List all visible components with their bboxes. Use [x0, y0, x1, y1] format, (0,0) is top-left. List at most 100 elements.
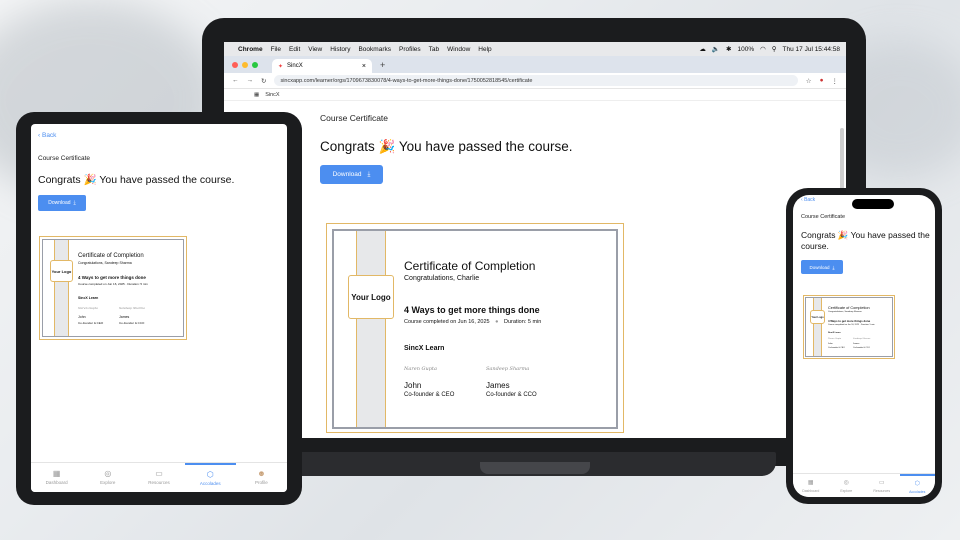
bottom-nav: ▦ Dashboard ◎ Explore ▭ Resources ⬡ Accolade…	[31, 462, 287, 492]
menu-help[interactable]: Help	[478, 46, 491, 53]
award-icon: ⬡	[914, 480, 920, 487]
signer-1-role: Co-founder & CEO	[78, 321, 104, 325]
menu-view[interactable]: View	[308, 46, 322, 53]
download-icon: ⤓	[73, 200, 76, 206]
certificate-completed: Course completed on Jun 16, 2025 · Durat…	[828, 324, 875, 326]
signer-2-name: James	[119, 315, 130, 319]
download-icon: ⤓	[367, 170, 371, 178]
more-menu-icon[interactable]: ⋮	[832, 77, 839, 85]
page-title: Congrats 🎉 You have passed the course.	[38, 174, 235, 186]
nav-accolades[interactable]: ⬡ Accolades	[899, 474, 935, 497]
signer-1-role: Co-founder & CEO	[404, 392, 455, 398]
cloud-icon[interactable]: ☁	[699, 45, 706, 53]
apps-grid-icon[interactable]: ▦	[254, 92, 259, 98]
close-tab-icon[interactable]: ×	[362, 63, 366, 70]
nav-label: Accolades	[199, 481, 221, 486]
certificate-page: Course Certificate Congrats 🎉 You have p…	[224, 101, 846, 196]
compass-icon: ◎	[843, 479, 849, 486]
signature-2: Sandeep Sharma	[486, 366, 530, 372]
address-bar[interactable]: sincxapp.com/learner/orgs/1709673830078/…	[274, 75, 798, 86]
course-duration: Duration: 5 min	[860, 324, 875, 326]
phone-dynamic-island	[852, 199, 894, 209]
bookmark-star-icon[interactable]: ☆	[806, 77, 812, 85]
course-duration: Duration: 5 min	[504, 319, 542, 325]
bottom-nav: ▦ Dashboard ◎ Explore ▭ Resources ⬡ Accolade…	[793, 473, 935, 497]
reload-icon[interactable]: ↻	[261, 77, 266, 85]
nav-resources[interactable]: ▭ Resources	[864, 474, 900, 497]
signer-1-name: John	[828, 343, 833, 345]
certificate-stripe	[813, 298, 822, 356]
page-title: Congrats 🎉 You have passed the course.	[801, 230, 930, 251]
menu-profiles[interactable]: Profiles	[399, 46, 421, 53]
nav-accolades[interactable]: ⬡ Accolades	[184, 463, 236, 492]
certificate: Your Logo Certificate of Completion Cong…	[42, 239, 184, 337]
nav-label: Dashboard	[802, 488, 820, 493]
completed-date: Course completed on Jun 16, 2025	[404, 319, 490, 325]
tab-title: SincX	[287, 63, 303, 69]
certificate-completed: Course completed on Jun 16, 2025 ● Durat…	[404, 319, 541, 325]
nav-explore[interactable]: ◎ Explore	[829, 474, 865, 497]
back-label: Back	[41, 132, 57, 139]
download-button[interactable]: Download ⤓	[38, 195, 86, 211]
logo-text: Your Logo	[811, 315, 824, 319]
separator-dot: ●	[495, 319, 499, 325]
menu-tab[interactable]: Tab	[429, 46, 439, 53]
browser-toolbar: ← → ↻ sincxapp.com/learner/orgs/17096738…	[224, 73, 846, 89]
certificate-org: SincX Learn	[404, 345, 445, 352]
signer-1-name: John	[404, 381, 422, 390]
download-label: Download	[809, 264, 830, 270]
nav-label: Explore	[100, 480, 116, 485]
search-icon[interactable]: ⚲	[772, 45, 777, 53]
signature-2: Sandeep Sharma	[119, 306, 145, 310]
breadcrumb: Course Certificate	[38, 155, 91, 162]
signature-2: Sandeep Sharma	[853, 338, 871, 340]
menubar-clock[interactable]: Thu 17 Jul 15:44:58	[783, 46, 840, 53]
menu-bookmarks[interactable]: Bookmarks	[358, 46, 391, 53]
signer-1-name: John	[78, 315, 86, 319]
certificate: Your Logo Certificate of Completion Cong…	[332, 229, 618, 429]
certificate-title: Certificate of Completion	[78, 253, 144, 259]
signature-1: Naren Gupta	[78, 306, 98, 310]
back-arrow-icon[interactable]: ←	[232, 77, 239, 84]
laptop-notch	[480, 462, 590, 474]
nav-profile[interactable]: ☻ Profile	[236, 463, 287, 492]
profile-avatar[interactable]: ●	[820, 77, 824, 84]
laptop-screen: Chrome File Edit View History Bookmarks …	[224, 42, 846, 438]
menu-history[interactable]: History	[330, 46, 350, 53]
nav-resources[interactable]: ▭ Resources	[133, 463, 184, 492]
logo-text: Your Logo	[51, 268, 72, 274]
signer-2-name: James	[486, 381, 510, 390]
volume-icon[interactable]: 🔈	[712, 45, 720, 53]
wifi-icon[interactable]: ◠	[760, 45, 766, 53]
certificate-course: 4 Ways to get more things done	[404, 305, 540, 315]
macos-menubar: Chrome File Edit View History Bookmarks …	[224, 42, 846, 56]
battery-percent[interactable]: 100%	[737, 46, 754, 53]
back-link[interactable]: ‹ Back	[801, 197, 815, 203]
signer-2-role: Co-founder & CCO	[853, 347, 870, 349]
back-link[interactable]: ‹ Back	[38, 132, 56, 139]
certificate-title: Certificate of Completion	[404, 259, 536, 273]
bluetooth-icon[interactable]: ✱	[726, 45, 731, 53]
signer-2-role: Co-founder & CCO	[486, 392, 537, 398]
new-tab-button[interactable]: +	[380, 60, 385, 70]
menu-edit[interactable]: Edit	[289, 46, 300, 53]
menu-window[interactable]: Window	[447, 46, 470, 53]
tablet-screen: ‹ Back Course Certificate Congrats 🎉 You…	[31, 124, 287, 492]
forward-arrow-icon[interactable]: →	[247, 77, 254, 84]
zoom-window-button[interactable]	[252, 61, 258, 68]
grid-icon: ▦	[52, 469, 61, 478]
nav-explore[interactable]: ◎ Explore	[82, 463, 133, 492]
menubar-app-name[interactable]: Chrome	[238, 46, 263, 53]
back-label: Back	[804, 197, 816, 203]
signer-2-name: James	[853, 343, 860, 345]
close-window-button[interactable]	[232, 61, 238, 68]
browser-tab[interactable]: ✦ SincX ×	[272, 59, 372, 73]
download-button[interactable]: Download ⤓	[320, 165, 383, 184]
minimize-window-button[interactable]	[242, 61, 248, 68]
nav-dashboard[interactable]: ▦ Dashboard	[31, 463, 82, 492]
menu-file[interactable]: File	[271, 46, 281, 53]
nav-dashboard[interactable]: ▦ Dashboard	[793, 474, 829, 497]
bookmark-item[interactable]: SincX	[265, 92, 279, 98]
download-button[interactable]: Download ⤓	[801, 260, 843, 274]
completed-date: Course completed on Jun 16, 2025	[828, 324, 860, 326]
